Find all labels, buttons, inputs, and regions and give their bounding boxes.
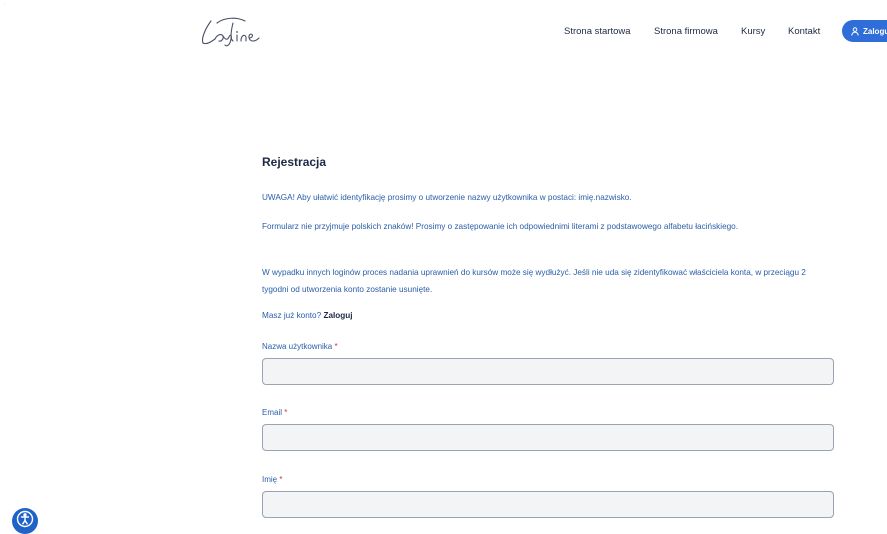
accessibility-button[interactable] <box>12 508 38 534</box>
info-paragraph-username: UWAGA! Aby ułatwić identyfikację prosimy… <box>262 193 632 202</box>
main-nav: Strona startowa Strona firmowa Kursy Kon… <box>0 26 887 40</box>
email-label: Email * <box>262 408 287 417</box>
corner-mark: · <box>4 2 6 8</box>
email-field[interactable] <box>262 424 834 451</box>
nav-link-courses[interactable]: Kursy <box>741 26 765 37</box>
email-label-text: Email <box>262 408 283 417</box>
info-paragraph-permissions: W wypadku innych loginów proces nadania … <box>262 268 806 294</box>
user-icon <box>851 26 859 36</box>
username-label-text: Nazwa użytkownika <box>262 342 333 351</box>
nav-link-home[interactable]: Strona startowa <box>564 26 631 37</box>
required-marker: * <box>334 342 338 351</box>
nav-link-contact[interactable]: Kontakt <box>788 26 820 37</box>
have-account-text: Masz już konto? <box>262 311 322 320</box>
required-marker: * <box>284 408 288 417</box>
header-login-button[interactable]: Zaloguj <box>842 20 887 42</box>
page-title: Rejestracja <box>262 155 327 169</box>
username-field[interactable] <box>262 358 834 385</box>
login-link[interactable]: Zaloguj <box>323 311 352 320</box>
header-login-label: Zaloguj <box>863 26 887 36</box>
first-name-label: Imię * <box>262 475 282 484</box>
first-name-label-text: Imię <box>262 475 278 484</box>
username-label: Nazwa użytkownika * <box>262 342 338 351</box>
first-name-field[interactable] <box>262 491 834 518</box>
have-account-line: Masz już konto? Zaloguj <box>262 311 353 320</box>
nav-link-company[interactable]: Strona firmowa <box>654 26 718 37</box>
info-paragraph-charset: Formularz nie przyjmuje polskich znaków!… <box>262 222 739 231</box>
accessibility-icon <box>16 510 34 533</box>
required-marker: * <box>279 475 283 484</box>
